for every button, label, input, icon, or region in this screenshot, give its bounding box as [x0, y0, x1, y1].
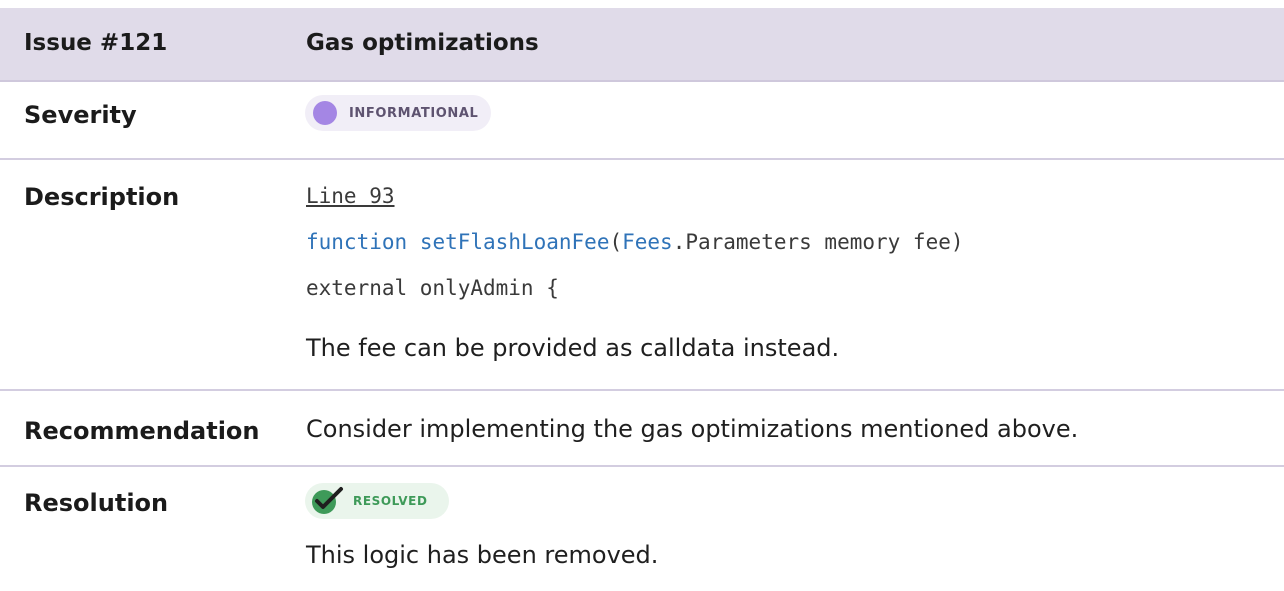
- divider: [0, 158, 1284, 160]
- code-type: Fees: [622, 230, 673, 254]
- code-function-name: setFlashLoanFee: [419, 230, 610, 254]
- code-keyword: function: [306, 230, 408, 254]
- severity-label: Severity: [24, 101, 137, 129]
- divider: [0, 389, 1284, 391]
- resolution-badge: RESOLVED: [305, 483, 449, 519]
- code-rest: .Parameters memory fee): [672, 230, 964, 254]
- recommendation-label: Recommendation: [24, 417, 260, 445]
- checkmark-badge-icon: [312, 487, 343, 514]
- resolution-badge-text: RESOLVED: [353, 494, 428, 508]
- code-line-2: external onlyAdmin {: [306, 276, 559, 300]
- description-text: The fee can be provided as calldata inst…: [306, 334, 840, 362]
- severity-dot-icon: [313, 101, 337, 125]
- issue-title: Gas optimizations: [306, 30, 539, 56]
- line-reference-link[interactable]: Line 93: [306, 184, 395, 208]
- severity-badge-text: INFORMATIONAL: [349, 105, 479, 121]
- recommendation-text: Consider implementing the gas optimizati…: [306, 415, 1079, 443]
- description-label: Description: [24, 183, 180, 211]
- issue-number: Issue #121: [24, 30, 168, 56]
- resolution-text: This logic has been removed.: [306, 541, 659, 569]
- code-line-1: function setFlashLoanFee(Fees.Parameters…: [306, 230, 964, 254]
- divider: [0, 465, 1284, 467]
- issue-header: Issue #121 Gas optimizations: [0, 8, 1284, 82]
- code-paren: (: [609, 230, 623, 254]
- resolution-label: Resolution: [24, 489, 169, 517]
- severity-badge: INFORMATIONAL: [305, 95, 491, 131]
